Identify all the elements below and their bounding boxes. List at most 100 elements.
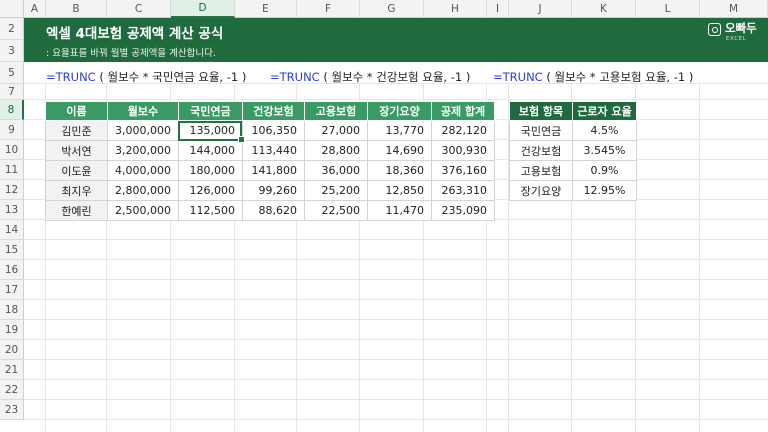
amount-cell[interactable]: 36,000 <box>303 160 368 181</box>
insurance-item-cell[interactable]: 장기요양 <box>509 180 573 201</box>
row-header-9[interactable]: 9 <box>0 120 24 140</box>
amount-cell[interactable]: 180,000 <box>177 160 243 181</box>
row-header-17[interactable]: 17 <box>0 280 24 300</box>
table-header[interactable]: 건강보험 <box>241 101 305 121</box>
rate-cell[interactable]: 12.95% <box>572 180 637 201</box>
table-header[interactable]: 장기요양 <box>366 101 432 121</box>
row-header-22[interactable]: 22 <box>0 380 24 400</box>
column-header-d[interactable]: D <box>171 0 235 18</box>
amount-cell[interactable]: 4,000,000 <box>107 160 179 181</box>
row-header-5[interactable]: 5 <box>0 62 24 84</box>
table-row: 박서연 3,200,000 144,000 113,440 28,800 14,690 30… <box>45 140 495 161</box>
name-cell[interactable]: 김민준 <box>45 120 108 141</box>
rate-cell[interactable]: 3.545% <box>572 140 637 161</box>
amount-cell[interactable]: 300,930 <box>430 140 495 161</box>
column-header-f[interactable]: F <box>297 0 360 18</box>
logo-icon <box>708 23 721 36</box>
table-header[interactable]: 이름 <box>45 101 108 121</box>
amount-cell[interactable]: 376,160 <box>430 160 495 181</box>
amount-cell[interactable]: 263,310 <box>430 180 495 201</box>
insurance-item-cell[interactable]: 국민연금 <box>509 120 573 141</box>
insurance-item-cell[interactable]: 건강보험 <box>509 140 573 161</box>
table-header[interactable]: 공제 합계 <box>430 101 495 121</box>
spreadsheet-grid[interactable]: ABCDEFGHIJKLM 2 3 5 7 8 9 10 11 12 13 14 15 16 17 18 19… <box>0 0 768 432</box>
column-header-l[interactable]: L <box>636 0 700 18</box>
column-header-i[interactable]: I <box>487 0 509 18</box>
rate-cell[interactable]: 4.5% <box>572 120 637 141</box>
amount-cell[interactable]: 88,620 <box>241 200 305 221</box>
amount-cell[interactable]: 112,500 <box>177 200 243 221</box>
column-header-k[interactable]: K <box>572 0 636 18</box>
amount-cell[interactable]: 12,850 <box>366 180 432 201</box>
row-header-13[interactable]: 13 <box>0 200 24 220</box>
row-header-8[interactable]: 8 <box>0 100 24 120</box>
column-header-c[interactable]: C <box>107 0 171 18</box>
amount-cell[interactable]: 22,500 <box>303 200 368 221</box>
row-header-15[interactable]: 15 <box>0 240 24 260</box>
amount-cell[interactable]: 28,800 <box>303 140 368 161</box>
name-cell[interactable]: 박서연 <box>45 140 108 161</box>
row-header-18[interactable]: 18 <box>0 300 24 320</box>
row-header-23[interactable]: 23 <box>0 400 24 420</box>
amount-cell[interactable]: 99,260 <box>241 180 305 201</box>
amount-cell[interactable]: 282,120 <box>430 120 495 141</box>
column-header-e[interactable]: E <box>235 0 297 18</box>
amount-cell[interactable]: 2,500,000 <box>107 200 179 221</box>
row-header-21[interactable]: 21 <box>0 360 24 380</box>
amount-cell[interactable]: 27,000 <box>303 120 368 141</box>
amount-cell[interactable]: 235,090 <box>430 200 495 221</box>
column-header-a[interactable]: A <box>24 0 46 18</box>
gridline <box>24 279 768 280</box>
select-all-corner[interactable] <box>0 0 24 18</box>
column-header-j[interactable]: J <box>509 0 572 18</box>
row-header-12[interactable]: 12 <box>0 180 24 200</box>
formula-function: =TRUNC <box>270 70 320 84</box>
row-header-3[interactable]: 3 <box>0 40 24 62</box>
row-header-19[interactable]: 19 <box>0 320 24 340</box>
amount-cell[interactable]: 11,470 <box>366 200 432 221</box>
gridline <box>24 99 768 100</box>
amount-cell[interactable]: 135,000 <box>177 120 246 144</box>
gridline <box>24 379 768 380</box>
name-cell[interactable]: 최지우 <box>45 180 108 201</box>
amount-cell[interactable]: 13,770 <box>366 120 432 141</box>
formula-health: =TRUNC ( 월보수 * 건강보험 요율, -1 ) <box>270 69 470 85</box>
insurance-item-cell[interactable]: 고용보험 <box>509 160 573 181</box>
column-header-m[interactable]: M <box>700 0 768 18</box>
amount-cell[interactable]: 18,360 <box>366 160 432 181</box>
amount-cell[interactable]: 126,000 <box>177 180 243 201</box>
name-cell[interactable]: 한예린 <box>45 200 108 221</box>
row-header-20[interactable]: 20 <box>0 340 24 360</box>
row-header-14[interactable]: 14 <box>0 220 24 240</box>
amount-cell[interactable]: 106,350 <box>241 120 305 141</box>
column-header-h[interactable]: H <box>424 0 487 18</box>
amount-cell[interactable]: 113,440 <box>241 140 305 161</box>
table-header[interactable]: 국민연금 <box>177 101 243 121</box>
banner-title: 엑셀 4대보험 공제액 계산 공식 <box>46 26 224 42</box>
rate-table-header[interactable]: 근로자 요율 <box>572 101 637 121</box>
amount-cell[interactable]: 14,690 <box>366 140 432 161</box>
row-header-10[interactable]: 10 <box>0 140 24 160</box>
amount-cell[interactable]: 144,000 <box>177 140 243 161</box>
amount-cell[interactable]: 3,000,000 <box>107 120 179 141</box>
row-header-16[interactable]: 16 <box>0 260 24 280</box>
table-header[interactable]: 월보수 <box>107 101 179 121</box>
amount-cell[interactable]: 25,200 <box>303 180 368 201</box>
column-header-g[interactable]: G <box>360 0 424 18</box>
gridline <box>24 359 768 360</box>
amount-cell[interactable]: 2,800,000 <box>107 180 179 201</box>
table-header[interactable]: 고용보험 <box>303 101 368 121</box>
logo-subtext: EXCEL <box>726 36 747 42</box>
row-header-2[interactable]: 2 <box>0 18 24 40</box>
rate-cell[interactable]: 0.9% <box>572 160 637 181</box>
gridline <box>24 419 768 420</box>
row-header-7[interactable]: 7 <box>0 84 24 100</box>
amount-cell[interactable]: 3,200,000 <box>107 140 179 161</box>
rate-row: 고용보험 0.9% <box>509 160 637 181</box>
formula-function: =TRUNC <box>46 70 96 84</box>
rate-table-header[interactable]: 보험 항목 <box>509 101 573 121</box>
row-header-11[interactable]: 11 <box>0 160 24 180</box>
amount-cell[interactable]: 141,800 <box>241 160 305 181</box>
column-header-b[interactable]: B <box>46 0 107 18</box>
name-cell[interactable]: 이도윤 <box>45 160 108 181</box>
